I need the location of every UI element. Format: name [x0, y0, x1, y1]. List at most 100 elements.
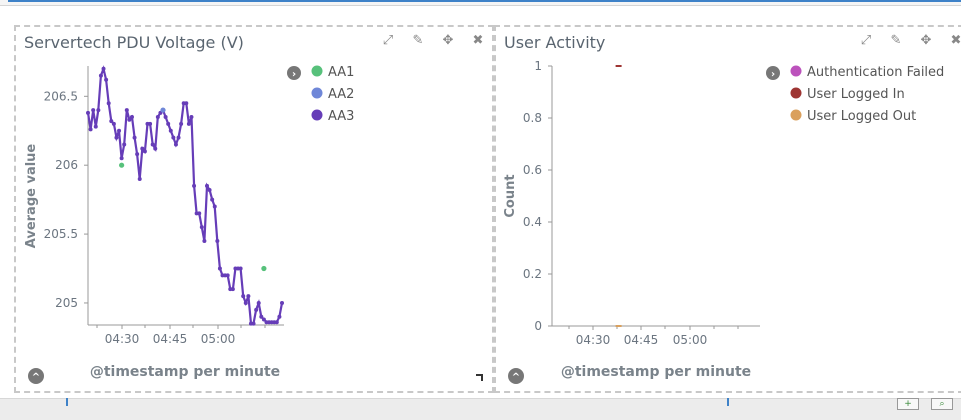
data-point-AA3	[171, 135, 176, 140]
data-point-AA3	[168, 128, 173, 133]
data-point-AA3	[93, 124, 98, 129]
data-point-AA3	[148, 121, 153, 126]
resize-handle-icon	[476, 374, 483, 381]
data-point-AA3	[166, 121, 171, 126]
data-point-AA3	[210, 197, 215, 202]
y-tick-label: 0.8	[523, 111, 542, 125]
data-point-AA3	[186, 121, 191, 126]
x-tick-label: 05:00	[201, 332, 236, 346]
x-axis-label: @timestamp per minute	[561, 364, 751, 380]
legend-label: User Logged In	[807, 87, 905, 102]
y-tick-label: 205	[55, 296, 78, 310]
data-point-AA3	[124, 108, 129, 113]
legend-label: User Logged Out	[807, 109, 916, 124]
footer-bar	[0, 398, 961, 420]
data-point-AA3	[243, 300, 248, 305]
data-point-AA3	[199, 225, 204, 230]
legend-swatch	[311, 65, 323, 77]
legend-label: Authentication Failed	[807, 65, 944, 80]
data-point-AA3	[137, 176, 142, 181]
charts-canvas: 205 205.5 206 206.5 04:30 04:45 05:00 Average v…	[24, 59, 944, 384]
x-tick-label: 04:45	[153, 332, 188, 346]
data-point-AA3	[215, 238, 220, 243]
data-point-AA3	[176, 135, 181, 140]
data-point-AA3	[246, 294, 251, 299]
data-point-AA3	[88, 127, 93, 132]
data-point-AA3	[184, 101, 189, 106]
data-point-AA3	[135, 152, 140, 157]
data-point-AA3	[238, 266, 243, 271]
data-point-AA3	[86, 110, 90, 115]
legend-swatch	[790, 87, 802, 99]
data-point-AA3	[142, 149, 147, 154]
data-point-AA3	[98, 73, 103, 78]
data-point-AA3	[241, 294, 246, 299]
footer-marker	[727, 398, 729, 406]
series-line-AA3	[86, 65, 284, 325]
chevron-up-glyph: ^	[512, 372, 520, 383]
data-point-AA3	[217, 266, 222, 271]
footer-marker	[66, 398, 68, 406]
x-tick-label: 04:45	[624, 333, 659, 347]
data-point-AA3	[277, 314, 282, 319]
data-point-AA3	[114, 135, 119, 140]
data-point-AA3	[153, 146, 158, 151]
data-point-AA1	[261, 265, 267, 272]
data-point-AA2	[160, 107, 166, 113]
data-point-user-logged-in	[615, 65, 622, 67]
legend-swatch	[311, 87, 323, 99]
data-point-AA3	[101, 66, 106, 71]
data-point-AA3	[155, 114, 160, 119]
legend-label: AA1	[328, 65, 354, 80]
data-point-AA3	[91, 108, 96, 113]
data-point-AA3	[163, 114, 168, 119]
y-tick-label: 1	[534, 59, 542, 73]
zoom-search-icon[interactable]: ⌕	[931, 398, 953, 410]
data-point-AA3	[179, 121, 184, 126]
x-axis-label: @timestamp per minute	[90, 364, 280, 380]
data-point-AA3	[96, 108, 101, 113]
data-point-AA3	[150, 142, 155, 147]
y-axis-label: Count	[503, 174, 518, 217]
data-point-AA3	[173, 142, 178, 147]
data-point-AA3	[129, 114, 134, 119]
legend-label: AA2	[328, 87, 354, 102]
x-tick-label: 04:30	[576, 333, 611, 347]
data-point-AA3	[119, 156, 124, 161]
chevron-right-glyph: ›	[771, 69, 775, 80]
data-point-AA3	[225, 273, 230, 278]
x-tick-label: 05:00	[673, 333, 708, 347]
data-point-AA3	[197, 211, 202, 216]
y-tick-label: 206.5	[44, 89, 78, 103]
y-tick-label: 0	[534, 319, 542, 333]
data-point-AA3	[251, 321, 256, 326]
data-point-AA3	[204, 183, 209, 188]
data-point-user-logged-out	[615, 325, 622, 327]
data-point-AA1	[119, 162, 125, 168]
data-point-AA3	[254, 307, 259, 312]
data-point-AA3	[117, 128, 122, 133]
data-point-AA3	[202, 238, 207, 243]
zoom-in-icon[interactable]: +	[897, 398, 919, 410]
data-point-AA3	[274, 320, 279, 325]
data-point-AA3	[192, 183, 197, 188]
data-point-AA3	[111, 121, 116, 126]
x-tick-label: 04:30	[105, 332, 140, 346]
legend-label: AA3	[328, 109, 354, 124]
chevron-right-glyph: ›	[292, 69, 296, 80]
data-point-AA3	[104, 77, 109, 82]
data-point-AA3	[256, 300, 261, 305]
data-point-AA3	[189, 114, 194, 119]
y-tick-label: 0.2	[523, 267, 542, 281]
legend-swatch	[311, 109, 323, 121]
legend-swatch	[790, 65, 802, 77]
y-axis-label: Average value	[24, 144, 39, 249]
data-point-AA3	[212, 204, 217, 209]
data-point-AA3	[132, 135, 137, 140]
y-tick-label: 0.4	[523, 215, 542, 229]
legend-swatch	[790, 109, 802, 121]
data-point-AA3	[207, 187, 212, 192]
data-point-AA3	[106, 101, 111, 106]
y-tick-label: 205.5	[44, 227, 78, 241]
data-point-AA3	[280, 300, 284, 305]
